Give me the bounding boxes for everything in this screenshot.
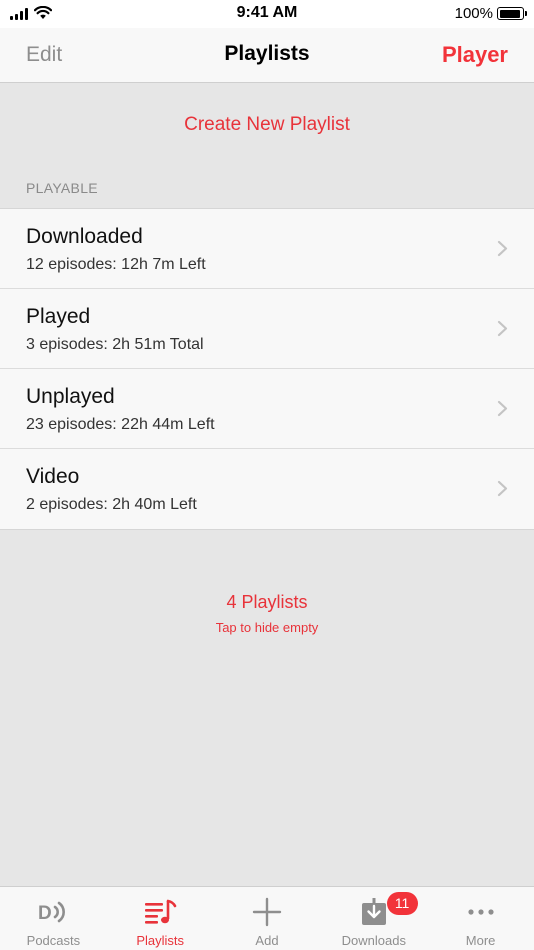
playlist-subtitle: 23 episodes: 22h 44m Left — [26, 416, 215, 433]
player-button[interactable]: Player — [442, 42, 508, 68]
chevron-right-icon — [497, 480, 508, 497]
tab-podcasts[interactable]: D Podcasts — [0, 887, 107, 950]
svg-text:D: D — [38, 903, 52, 924]
playlist-row-video[interactable]: Video 2 episodes: 2h 40m Left — [0, 449, 534, 529]
playlist-row-unplayed[interactable]: Unplayed 23 episodes: 22h 44m Left — [0, 369, 534, 449]
playlist-list: Downloaded 12 episodes: 12h 7m Left Play… — [0, 208, 534, 530]
chevron-right-icon — [497, 240, 508, 257]
playlist-title: Unplayed — [26, 385, 115, 408]
status-bar: 9:41 AM 100% — [0, 0, 534, 28]
chevron-right-icon — [497, 400, 508, 417]
chevron-right-icon — [497, 320, 508, 337]
playlist-row-downloaded[interactable]: Downloaded 12 episodes: 12h 7m Left — [0, 209, 534, 289]
tab-playlists[interactable]: Playlists — [107, 887, 214, 950]
tab-label: Downloads — [341, 933, 406, 948]
tab-more[interactable]: More — [427, 887, 534, 950]
battery-percentage: 100% — [454, 5, 493, 22]
create-new-playlist-button[interactable]: Create New Playlist — [0, 114, 534, 136]
playlist-subtitle: 2 episodes: 2h 40m Left — [26, 496, 197, 513]
playlist-count-button[interactable]: 4 Playlists — [0, 592, 534, 613]
tab-label: More — [465, 933, 496, 948]
hide-empty-hint[interactable]: Tap to hide empty — [0, 620, 534, 635]
tab-bar: D Podcasts Playlists Add 11 Downloads Mo… — [0, 886, 534, 950]
downloads-badge: 11 — [386, 892, 418, 915]
playlist-title: Video — [26, 465, 80, 488]
add-icon — [252, 897, 282, 927]
tab-label: Podcasts — [26, 933, 81, 948]
playlist-subtitle: 12 episodes: 12h 7m Left — [26, 256, 206, 273]
navigation-bar: Edit Playlists Player — [0, 28, 534, 83]
podcasts-icon: D — [38, 901, 66, 924]
section-header: PLAYABLE — [26, 180, 98, 196]
tab-label: Playlists — [136, 933, 185, 948]
playlist-title: Downloaded — [26, 225, 143, 248]
playlists-icon — [145, 899, 177, 924]
playlist-row-played[interactable]: Played 3 episodes: 2h 51m Total — [0, 289, 534, 369]
playlist-title: Played — [26, 305, 91, 328]
tab-label: Add — [255, 933, 279, 948]
edit-button[interactable]: Edit — [26, 43, 62, 67]
tab-downloads[interactable]: 11 Downloads — [320, 887, 427, 950]
battery-icon — [497, 7, 527, 20]
tab-add[interactable]: Add — [214, 887, 321, 950]
playlist-subtitle: 3 episodes: 2h 51m Total — [26, 336, 204, 353]
more-icon — [467, 909, 494, 915]
